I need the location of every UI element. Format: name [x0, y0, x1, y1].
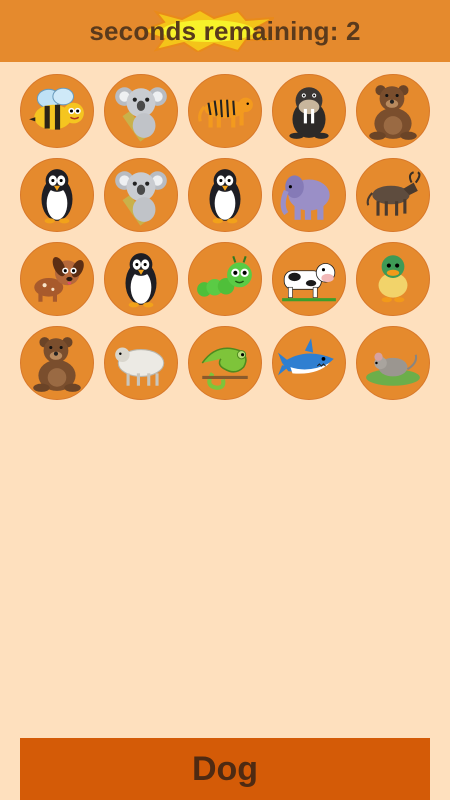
shark-icon	[278, 338, 334, 376]
koala-icon	[115, 87, 167, 142]
animal-tile-wildebeest[interactable]	[356, 158, 430, 232]
animal-tile-bear[interactable]	[20, 326, 94, 400]
walrus-icon	[289, 87, 329, 139]
animal-grid	[20, 74, 430, 400]
animal-tile-koala[interactable]	[104, 158, 178, 232]
animal-tile-walrus[interactable]	[272, 74, 346, 148]
caterpillar-icon	[197, 255, 252, 297]
timer-header: seconds remaining: 2	[0, 0, 450, 62]
seconds-remaining-text: seconds remaining: 2	[89, 15, 361, 46]
penguin-icon	[125, 253, 157, 308]
animal-tile-dog[interactable]	[20, 242, 94, 316]
mouse-icon	[366, 352, 420, 386]
penguin-icon	[209, 169, 241, 224]
bee-icon	[29, 87, 84, 130]
animal-tile-duck[interactable]	[356, 242, 430, 316]
answer-label: Dog	[191, 749, 259, 788]
animal-tile-caterpillar[interactable]	[188, 242, 262, 316]
sheep-icon	[115, 347, 165, 386]
dog-icon	[34, 256, 84, 302]
koala-icon	[115, 171, 167, 226]
duck-icon	[378, 255, 408, 303]
bear-icon	[369, 85, 417, 140]
animal-tile-elephant[interactable]	[272, 158, 346, 232]
animal-tile-tiger[interactable]	[188, 74, 262, 148]
tiger-icon	[198, 97, 253, 128]
animal-tile-bear[interactable]	[356, 74, 430, 148]
chameleon-icon	[201, 347, 248, 390]
animal-tile-koala[interactable]	[104, 74, 178, 148]
animal-tile-bee[interactable]	[20, 74, 94, 148]
elephant-icon	[280, 175, 330, 220]
animal-tile-penguin[interactable]	[20, 158, 94, 232]
bear-icon	[33, 337, 81, 392]
animal-tile-chameleon[interactable]	[188, 326, 262, 400]
answer-button[interactable]: Dog	[20, 738, 430, 800]
animal-tile-cow[interactable]	[272, 242, 346, 316]
animal-tile-mouse[interactable]	[356, 326, 430, 400]
animal-tile-shark[interactable]	[272, 326, 346, 400]
animal-tile-penguin[interactable]	[104, 242, 178, 316]
penguin-icon	[41, 169, 73, 224]
wildebeest-icon	[366, 171, 421, 216]
cow-icon	[282, 263, 336, 302]
animal-tile-sheep[interactable]	[104, 326, 178, 400]
animal-tile-penguin[interactable]	[188, 158, 262, 232]
